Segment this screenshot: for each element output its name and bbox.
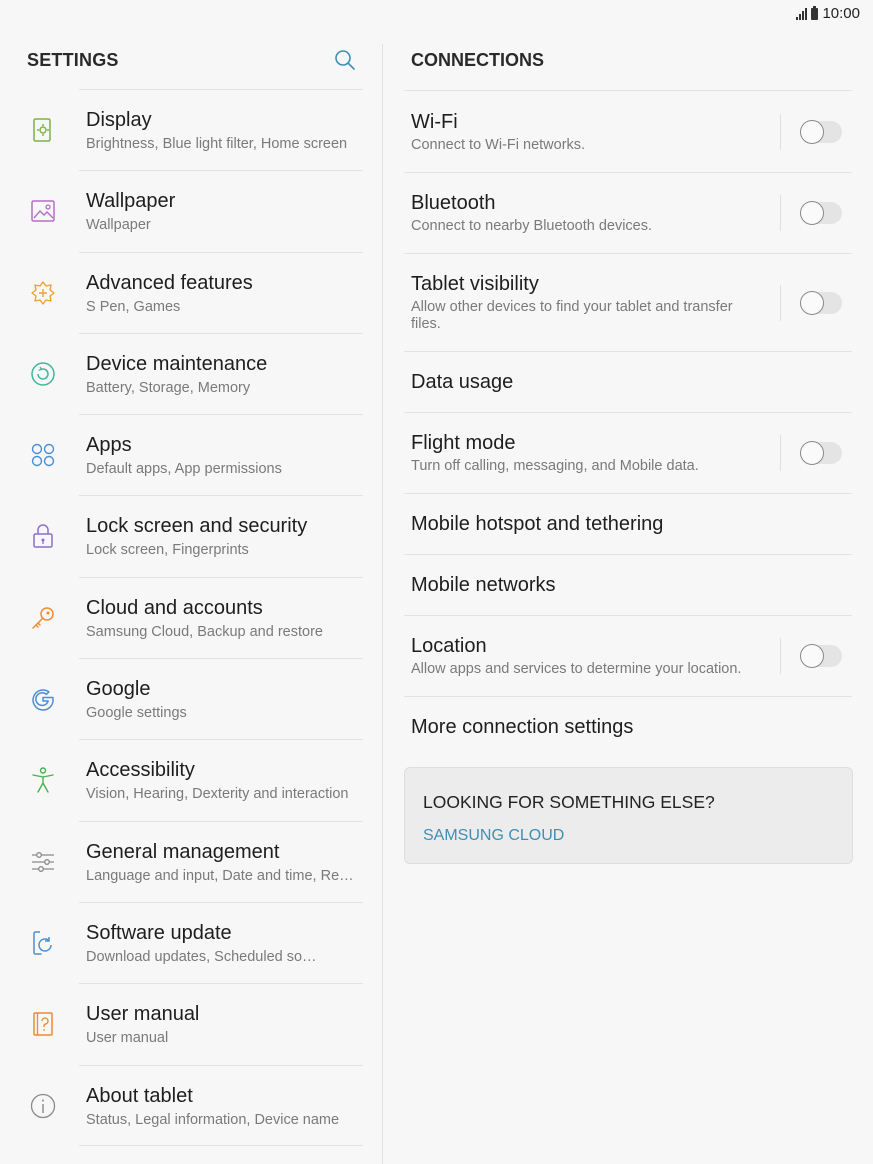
- settings-list: Display Brightness, Blue light filter, H…: [0, 89, 383, 1146]
- bluetooth-title: Bluetooth: [411, 192, 496, 214]
- settings-title: SETTINGS: [27, 50, 119, 70]
- flight-mode-title: Flight mode: [411, 432, 516, 454]
- apps-title: Apps: [86, 434, 132, 457]
- connections-item-data-usage[interactable]: Data usage: [404, 351, 852, 412]
- settings-item-about-tablet[interactable]: About tablet Status, Legal information, …: [0, 1064, 383, 1146]
- connections-item-flight-mode[interactable]: Flight mode Turn off calling, messaging,…: [404, 412, 852, 493]
- settings-item-google[interactable]: Google Google settings: [0, 658, 383, 739]
- location-subtitle: Allow apps and services to determine you…: [411, 661, 742, 677]
- user-manual-icon: [33, 1012, 53, 1037]
- wallpaper-title: Wallpaper: [86, 190, 176, 213]
- sliders-icon: [32, 851, 54, 872]
- flight-mode-toggle[interactable]: [800, 441, 842, 465]
- google-icon: [32, 689, 54, 711]
- samsung-cloud-link[interactable]: SAMSUNG CLOUD: [423, 827, 564, 845]
- location-toggle[interactable]: [800, 644, 842, 668]
- general-management-subtitle: Language and input, Date and time, Res…: [86, 867, 356, 884]
- battery-icon: [811, 5, 819, 20]
- mobile-networks-title: Mobile networks: [411, 574, 556, 596]
- info-icon: [30, 1093, 56, 1118]
- connections-item-location[interactable]: Location Allow apps and services to dete…: [404, 615, 852, 696]
- display-icon: [33, 118, 51, 142]
- connections-title: CONNECTIONS: [411, 50, 545, 70]
- search-icon: [335, 50, 355, 70]
- user-manual-subtitle: User manual: [86, 1030, 169, 1047]
- accessibility-icon: [32, 767, 54, 794]
- cloud-accounts-subtitle: Samsung Cloud, Backup and restore: [86, 623, 323, 640]
- tablet-visibility-title: Tablet visibility: [411, 273, 539, 295]
- cloud-accounts-title: Cloud and accounts: [86, 596, 263, 619]
- status-indicators: 10:00: [796, 5, 860, 22]
- wallpaper-icon: [31, 200, 55, 223]
- bluetooth-subtitle: Connect to nearby Bluetooth devices.: [411, 218, 653, 234]
- lock-icon: [33, 524, 53, 549]
- google-title: Google: [86, 678, 151, 701]
- settings-item-device-maintenance[interactable]: Device maintenance Battery, Storage, Mem…: [0, 332, 383, 414]
- wifi-subtitle: Connect to Wi-Fi networks.: [411, 137, 586, 153]
- tablet-visibility-toggle[interactable]: [800, 291, 842, 315]
- connections-item-mobile-networks[interactable]: Mobile networks: [404, 554, 852, 615]
- settings-pane: SETTINGS Display Brightness, Blue light …: [0, 28, 383, 1164]
- device-maintenance-subtitle: Battery, Storage, Memory: [86, 379, 251, 396]
- settings-item-lock-screen[interactable]: Lock screen and security Lock screen, Fi…: [0, 495, 383, 576]
- software-update-title: Software update: [86, 921, 232, 944]
- software-update-subtitle: Download updates, Scheduled so…: [86, 948, 317, 965]
- status-time: 10:00: [822, 5, 860, 22]
- apps-subtitle: Default apps, App permissions: [86, 461, 282, 478]
- display-subtitle: Brightness, Blue light filter, Home scre…: [86, 136, 348, 152]
- signal-icon: [796, 7, 808, 20]
- about-tablet-title: About tablet: [86, 1084, 193, 1107]
- advanced-features-subtitle: S Pen, Games: [86, 298, 181, 315]
- lock-screen-subtitle: Lock screen, Fingerprints: [86, 542, 249, 559]
- settings-item-advanced-features[interactable]: Advanced features S Pen, Games: [0, 251, 383, 333]
- settings-item-apps[interactable]: Apps Default apps, App permissions: [0, 414, 383, 495]
- device-maintenance-title: Device maintenance: [86, 352, 268, 375]
- connections-item-wifi[interactable]: Wi-Fi Connect to Wi-Fi networks.: [404, 90, 852, 172]
- connections-item-mobile-hotspot[interactable]: Mobile hotspot and tethering: [404, 493, 852, 554]
- accessibility-title: Accessibility: [86, 759, 195, 782]
- about-tablet-subtitle: Status, Legal information, Device name: [86, 1111, 340, 1128]
- advanced-features-title: Advanced features: [86, 271, 253, 294]
- settings-item-software-update[interactable]: Software update Download updates, Schedu…: [0, 901, 383, 983]
- accessibility-subtitle: Vision, Hearing, Dexterity and interacti…: [86, 786, 349, 803]
- settings-item-display[interactable]: Display Brightness, Blue light filter, H…: [0, 89, 383, 170]
- settings-item-accessibility[interactable]: Accessibility Vision, Hearing, Dexterity…: [0, 739, 383, 820]
- device-maintenance-icon: [31, 362, 55, 386]
- suggestion-card: LOOKING FOR SOMETHING ELSE? SAMSUNG CLOU…: [404, 767, 853, 864]
- bluetooth-toggle[interactable]: [800, 201, 842, 225]
- flight-mode-subtitle: Turn off calling, messaging, and Mobile …: [411, 458, 699, 474]
- google-subtitle: Google settings: [86, 705, 187, 722]
- location-title: Location: [411, 635, 487, 657]
- wifi-toggle[interactable]: [800, 120, 842, 144]
- user-manual-title: User manual: [86, 1003, 200, 1026]
- general-management-title: General management: [86, 840, 280, 863]
- lock-screen-title: Lock screen and security: [86, 515, 308, 538]
- connections-item-tablet-visibility[interactable]: Tablet visibility Allow other devices to…: [404, 253, 852, 351]
- apps-icon: [31, 443, 55, 467]
- connections-item-bluetooth[interactable]: Bluetooth Connect to nearby Bluetooth de…: [404, 172, 852, 253]
- advanced-features-icon: [31, 280, 55, 305]
- suggestion-card-title: LOOKING FOR SOMETHING ELSE?: [423, 792, 715, 812]
- settings-item-user-manual[interactable]: User manual User manual: [0, 983, 383, 1064]
- tablet-visibility-subtitle: Allow other devices to find your tablet …: [411, 299, 733, 332]
- settings-item-general-management[interactable]: General management Language and input, D…: [0, 820, 383, 902]
- pane-divider: [382, 44, 383, 1164]
- more-connection-settings-title: More connection settings: [411, 716, 634, 738]
- data-usage-title: Data usage: [411, 371, 514, 393]
- software-update-icon: [33, 931, 52, 955]
- mobile-hotspot-title: Mobile hotspot and tethering: [411, 513, 664, 535]
- wallpaper-subtitle: Wallpaper: [86, 217, 151, 234]
- key-icon: [32, 607, 54, 629]
- wifi-title: Wi-Fi: [411, 111, 458, 133]
- search-button[interactable]: [333, 48, 357, 72]
- connections-item-more-settings[interactable]: More connection settings: [404, 696, 852, 757]
- status-bar: 10:00: [0, 0, 873, 28]
- settings-item-cloud-accounts[interactable]: Cloud and accounts Samsung Cloud, Backup…: [0, 576, 383, 658]
- settings-item-wallpaper[interactable]: Wallpaper Wallpaper: [0, 170, 383, 251]
- display-title: Display: [86, 109, 152, 131]
- connections-list: Wi-Fi Connect to Wi-Fi networks. Bluetoo…: [404, 90, 852, 757]
